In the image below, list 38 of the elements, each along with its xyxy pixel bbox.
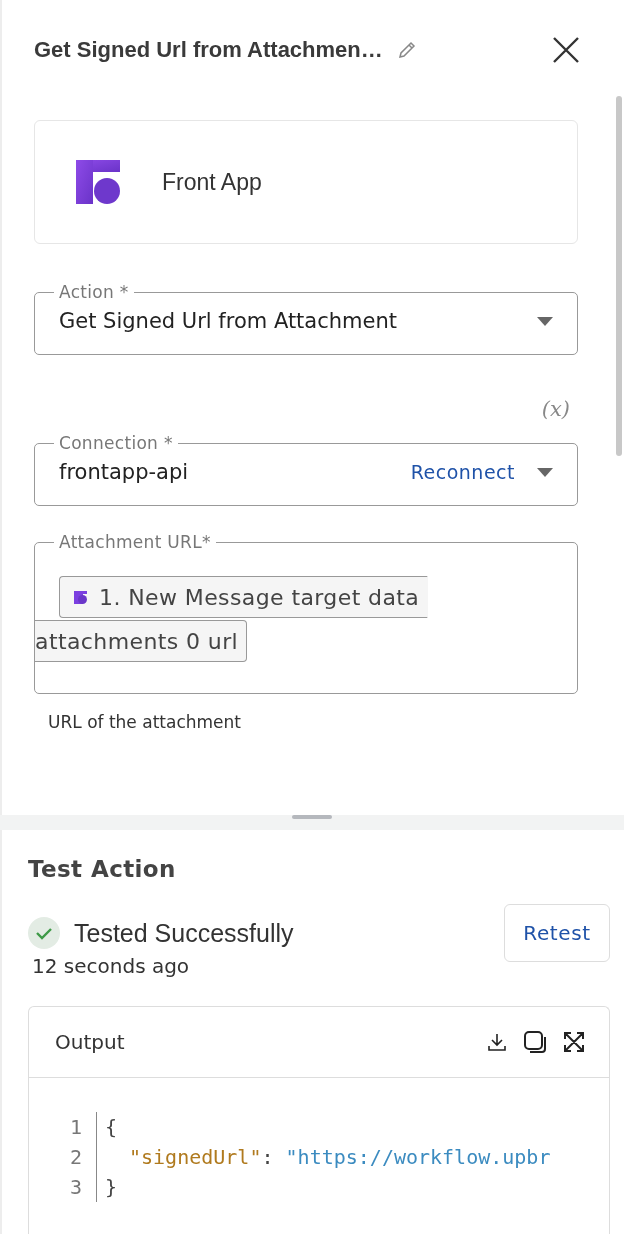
line-number: 2 bbox=[68, 1144, 82, 1171]
help-text: URL of the attachment bbox=[48, 712, 242, 732]
app-logo-icon bbox=[76, 160, 120, 204]
scrollbar[interactable] bbox=[616, 96, 622, 456]
check-icon bbox=[28, 917, 60, 949]
panel-title: Get Signed Url from Attachmen… bbox=[34, 37, 383, 63]
data-token[interactable]: 1. New Message target data bbox=[59, 576, 429, 618]
field-label: Connection * bbox=[58, 433, 174, 453]
field-value: Get Signed Url from Attachment bbox=[59, 309, 397, 333]
data-token[interactable]: attachments 0 url bbox=[35, 620, 248, 662]
copy-icon[interactable] bbox=[523, 1030, 547, 1054]
section-title: Test Action bbox=[28, 856, 177, 882]
expand-icon[interactable] bbox=[563, 1031, 585, 1053]
variable-toggle[interactable]: (x) bbox=[541, 397, 570, 421]
field-value: frontapp-api bbox=[59, 460, 189, 484]
code-line: } bbox=[105, 1174, 119, 1201]
timestamp: 12 seconds ago bbox=[32, 954, 191, 978]
output-title: Output bbox=[55, 1030, 125, 1054]
dropdown-caret-icon[interactable] bbox=[537, 467, 553, 477]
edit-icon[interactable] bbox=[396, 40, 417, 60]
line-number: 1 bbox=[68, 1114, 82, 1141]
input-field[interactable]: Attachment URL* 1. New Message target data attachments 0 url bbox=[34, 532, 578, 694]
code-line: "signedUrl": "https://workflow.upbr bbox=[128, 1144, 551, 1171]
select-field[interactable]: Connection * frontapp-api Reconnect bbox=[34, 433, 578, 506]
app-name: Front App bbox=[162, 168, 262, 196]
reconnect-link[interactable]: Reconnect bbox=[410, 461, 515, 483]
close-icon[interactable] bbox=[552, 36, 580, 64]
field-label: Action * bbox=[58, 282, 130, 302]
status-text: Tested Successfully bbox=[74, 918, 294, 948]
resize-handle[interactable] bbox=[292, 815, 332, 819]
app-logo-icon bbox=[74, 590, 87, 604]
line-number: 3 bbox=[68, 1174, 82, 1201]
download-icon[interactable] bbox=[487, 1032, 507, 1052]
dropdown-caret-icon[interactable] bbox=[537, 316, 553, 326]
retest-button[interactable]: Retest bbox=[504, 904, 610, 962]
field-label: Attachment URL* bbox=[58, 532, 212, 552]
code-line: { bbox=[105, 1114, 119, 1141]
select-field[interactable]: Action * Get Signed Url from Attachment bbox=[34, 282, 578, 355]
